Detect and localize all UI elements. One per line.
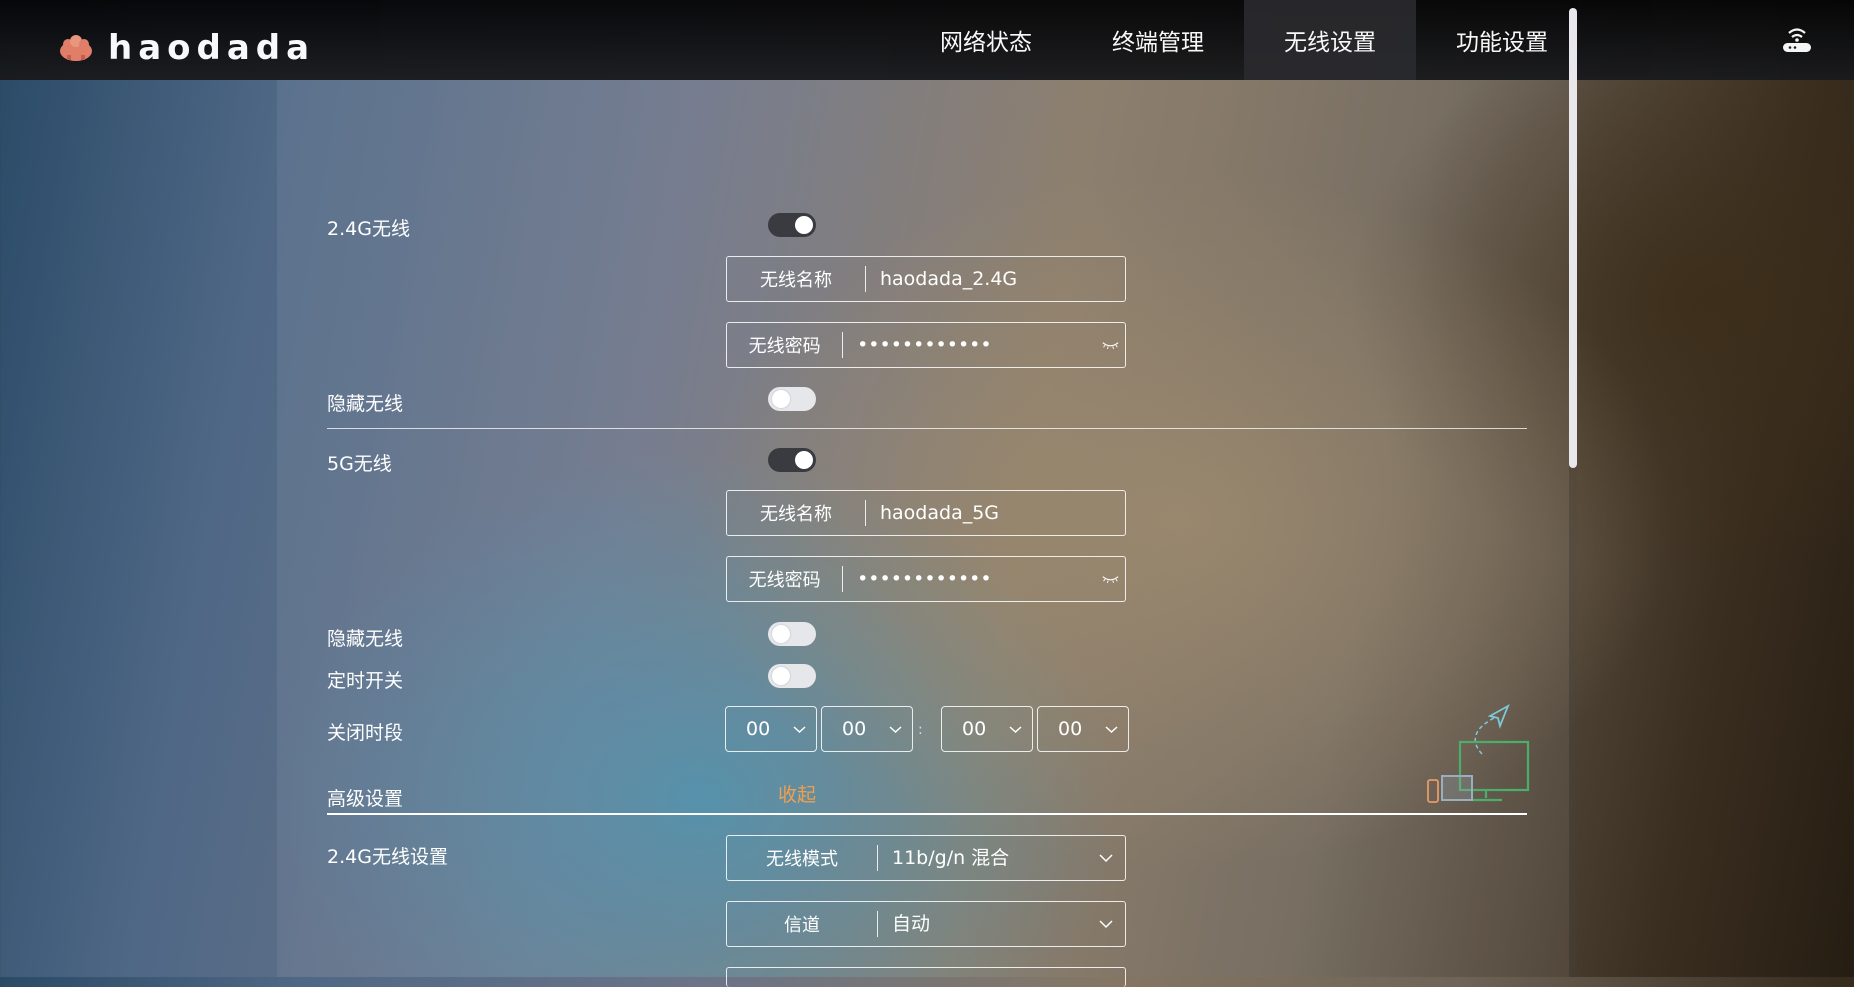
field-label: 信道 [784,915,820,936]
eye-closed-icon[interactable] [1102,339,1119,351]
wifi5-hide-toggle[interactable] [768,622,816,646]
nav-label: 网络状态 [940,30,1032,56]
next-field-partial [726,967,1126,987]
chevron-down-icon [1099,920,1113,929]
chevron-down-icon [1099,854,1113,863]
wifi5-ssid-input[interactable] [866,492,1125,534]
main-nav: 网络状态 终端管理 无线设置 功能设置 [900,0,1588,80]
toggle-knob [772,667,790,685]
end-hour-select[interactable]: 00 [941,706,1033,752]
wifi24-settings-label: 2.4G无线设置 [327,846,448,868]
toggle-knob [795,451,813,469]
start-hour-select[interactable]: 00 [725,706,817,752]
chevron-down-icon [1009,725,1022,733]
field-label: 无线密码 [748,570,821,591]
schedule-label: 定时开关 [327,670,404,692]
brand-name: haodada [108,28,316,68]
field-label: 无线密码 [748,336,821,357]
field-label: 无线名称 [760,270,833,291]
toggle-knob [772,390,790,408]
field-label: 无线名称 [760,504,833,525]
nav-item-wireless-settings[interactable]: 无线设置 [1244,0,1416,80]
wifi5-label: 5G无线 [327,453,392,475]
cloud-logo-icon [60,35,92,61]
nav-label: 功能设置 [1456,30,1548,56]
field-label: 无线模式 [766,849,838,870]
section-divider [327,428,1527,429]
wifi5-password-field: 无线密码 [726,556,1126,602]
channel-value: 自动 [892,913,931,935]
eye-closed-icon[interactable] [1102,573,1119,585]
wifi24-hide-label: 隐藏无线 [327,393,404,415]
wireless-mode-value: 11b/g/n 混合 [892,847,1010,869]
wifi5-enable-toggle[interactable] [768,448,816,472]
collapse-advanced-link[interactable]: 收起 [778,780,816,807]
brand-logo[interactable]: haodada [58,28,315,68]
wifi24-password-input[interactable] [843,324,1103,366]
select-value: 00 [842,718,867,740]
channel-select[interactable]: 信道 自动 [726,901,1126,947]
select-value: 00 [1058,718,1083,740]
advanced-divider [327,813,1527,815]
schedule-toggle[interactable] [768,664,816,688]
select-value: 00 [962,718,987,740]
wifi5-hide-label: 隐藏无线 [327,628,404,650]
wifi5-password-input[interactable] [843,558,1103,600]
end-minute-select[interactable]: 00 [1037,706,1129,752]
time-separator: : [918,722,923,738]
chevron-down-icon [889,725,902,733]
nav-label: 无线设置 [1284,30,1376,56]
select-value: 00 [746,718,771,740]
off-period-label: 关闭时段 [327,722,404,744]
wifi24-label: 2.4G无线 [327,218,410,240]
nav-item-terminal-management[interactable]: 终端管理 [1072,0,1244,80]
wifi24-enable-toggle[interactable] [768,213,816,237]
wifi24-ssid-field: 无线名称 [726,256,1126,302]
wireless-mode-select[interactable]: 无线模式 11b/g/n 混合 [726,835,1126,881]
chevron-down-icon [1105,725,1118,733]
toggle-knob [795,216,813,234]
chevron-down-icon [793,725,806,733]
router-icon[interactable] [1780,24,1814,54]
nav-item-function-settings[interactable]: 功能设置 [1416,0,1588,80]
advanced-settings-label: 高级设置 [327,788,404,810]
start-minute-select[interactable]: 00 [821,706,913,752]
nav-item-network-status[interactable]: 网络状态 [900,0,1072,80]
nav-label: 终端管理 [1112,30,1204,56]
wifi24-hide-toggle[interactable] [768,387,816,411]
wifi24-ssid-input[interactable] [866,258,1125,300]
scrollbar-thumb[interactable] [1569,8,1577,468]
wifi24-password-field: 无线密码 [726,322,1126,368]
devices-illustration-icon [1427,704,1530,803]
wifi5-ssid-field: 无线名称 [726,490,1126,536]
toggle-knob [772,625,790,643]
